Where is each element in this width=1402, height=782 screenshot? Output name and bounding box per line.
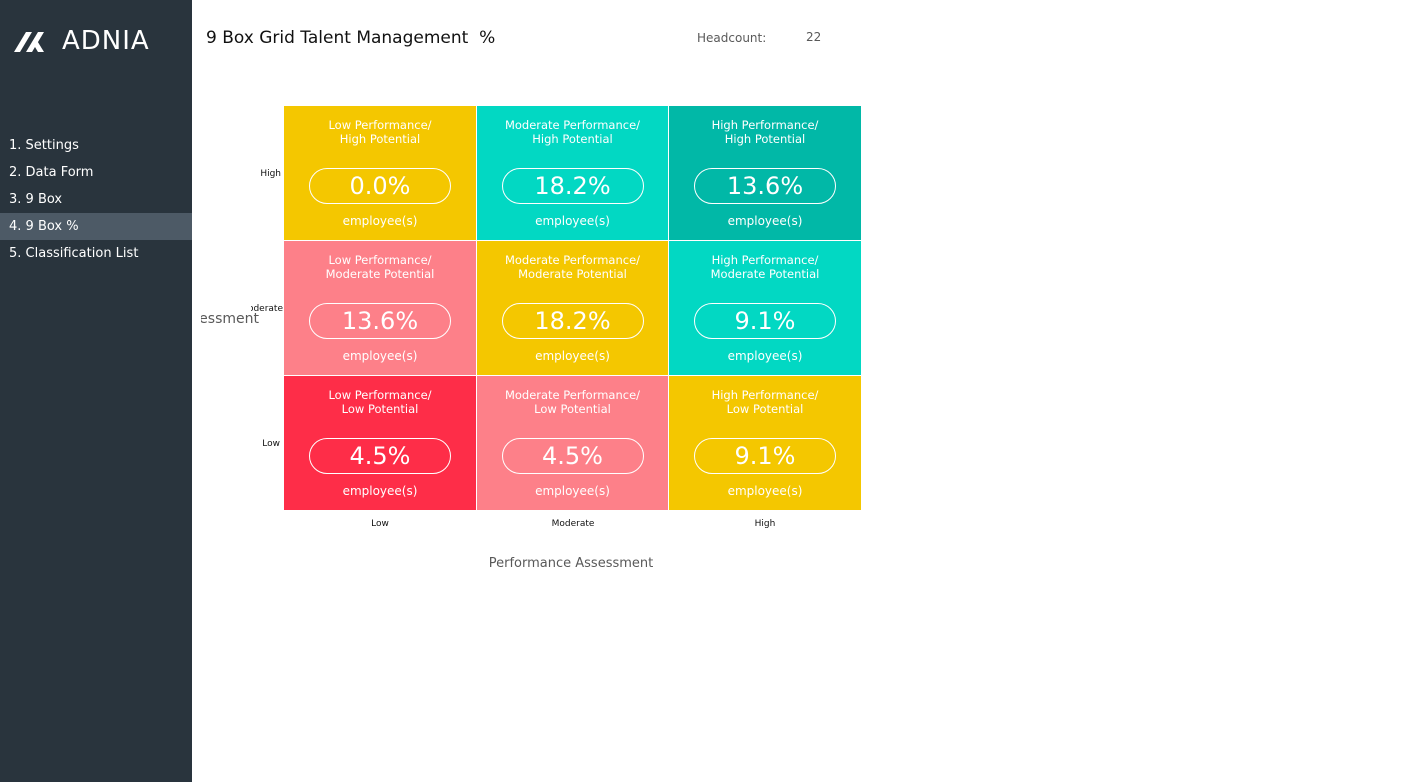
sidebar-nav: 1. Settings 2. Data Form 3. 9 Box 4. 9 B… [0, 132, 192, 267]
sidebar-item-9-box-percent[interactable]: 4. 9 Box % [0, 213, 192, 240]
headcount-label: Headcount: [697, 31, 767, 45]
sidebar: ADNIA 1. Settings 2. Data Form 3. 9 Box … [0, 0, 192, 782]
cell-percentage: 13.6% [309, 303, 451, 339]
cell-title: Low Performance/ Moderate Potential [325, 253, 435, 281]
cell-title: Moderate Performance/ Low Potential [504, 388, 641, 416]
cell-unit-label: employee(s) [535, 349, 610, 363]
logo-text: ADNIA [62, 26, 150, 56]
cell-unit-label: employee(s) [727, 214, 803, 228]
y-tick-moderate: Moderate [251, 304, 283, 314]
cell-title: Low Performance/ High Potential [328, 118, 432, 146]
cell-unit-label: employee(s) [342, 484, 418, 498]
cell-percentage: 9.1% [694, 438, 836, 474]
cell-percentage: 4.5% [309, 438, 451, 474]
cell-title: High Performance/ Low Potential [711, 388, 819, 416]
grid-cell: High Performance/ High Potential 13.6% emp… [669, 106, 862, 241]
cell-title: High Performance/ Moderate Potential [710, 253, 820, 281]
adnia-logo-icon [14, 32, 44, 52]
cell-percentage: 13.6% [694, 168, 836, 204]
cell-title: High Performance/ High Potential [711, 118, 819, 146]
cell-title: Moderate Performance/ Moderate Potential [504, 253, 641, 281]
sidebar-item-classification-list[interactable]: 5. Classification List [0, 240, 192, 267]
grid-cell: Moderate Performance/ Low Potential 4.5% e… [477, 376, 669, 511]
sidebar-item-data-form[interactable]: 2. Data Form [0, 159, 192, 186]
logo: ADNIA [12, 26, 150, 56]
cell-percentage: 0.0% [309, 168, 451, 204]
x-tick-high: High [754, 519, 776, 529]
y-tick-high: High [260, 169, 281, 179]
headcount-value: 22 [806, 30, 822, 44]
cell-title: Low Performance/ Low Potential [328, 388, 432, 416]
grid-cell: High Performance/ Low Potential 9.1% emplo… [669, 376, 862, 511]
grid-cell: Low Performance/ Low Potential 4.5% employ… [284, 376, 477, 511]
cell-percentage: 9.1% [694, 303, 836, 339]
x-axis-title: Performance Assessment [488, 556, 654, 571]
sidebar-item-settings[interactable]: 1. Settings [0, 132, 192, 159]
cell-unit-label: employee(s) [727, 349, 803, 363]
cell-percentage: 18.2% [501, 168, 644, 204]
cell-unit-label: employee(s) [727, 484, 803, 498]
grid-cell: Moderate Performance/ Moderate Potential… [477, 241, 669, 376]
cell-unit-label: employee(s) [535, 484, 610, 498]
cell-percentage: 4.5% [501, 438, 644, 474]
page-title: 9 Box Grid Talent Management % [206, 28, 496, 48]
y-tick-low: Low [262, 439, 280, 449]
cell-unit-label: employee(s) [535, 214, 610, 228]
grid-cell: Low Performance/ High Potential 0.0% emplo… [284, 106, 477, 241]
grid-cell: Moderate Performance/ High Potential 18.2… [477, 106, 669, 241]
x-tick-moderate: Moderate [551, 519, 595, 529]
cell-unit-label: employee(s) [342, 349, 418, 363]
cell-unit-label: employee(s) [342, 214, 418, 228]
grid-cell: High Performance/ Moderate Potential 9.1%… [669, 241, 862, 376]
grid-cell: Low Performance/ Moderate Potential 13.6%… [284, 241, 477, 376]
cell-percentage: 18.2% [501, 303, 644, 339]
sidebar-item-9-box[interactable]: 3. 9 Box [0, 186, 192, 213]
cell-title: Moderate Performance/ High Potential [504, 118, 641, 146]
nine-box-grid: Low Performance/ High Potential 0.0% emplo… [283, 105, 862, 511]
x-tick-low: Low [371, 519, 389, 529]
